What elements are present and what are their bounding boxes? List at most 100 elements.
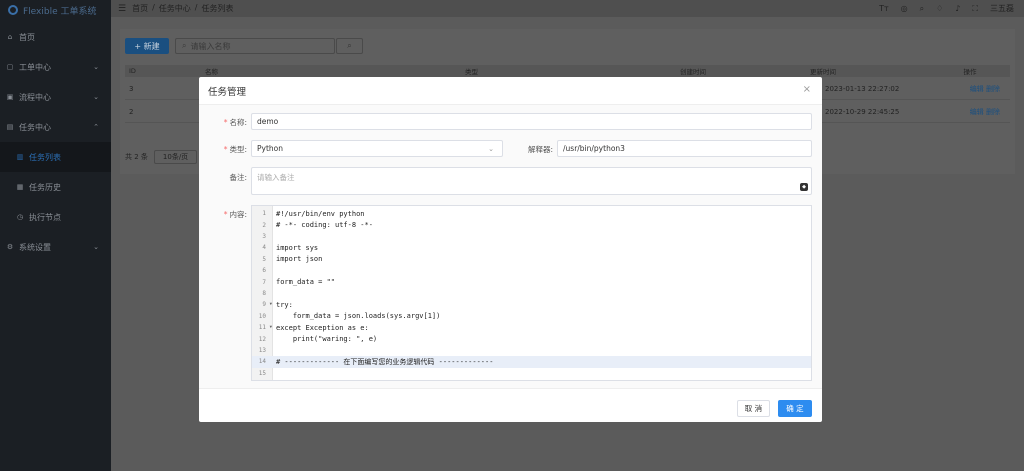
search-field-icon: ⌕: [182, 41, 187, 50]
code-text: # -*- coding: utf-8 -*-: [276, 221, 373, 230]
code-line[interactable]: 6: [252, 265, 811, 276]
code-line[interactable]: 14 # ------------- 在下面编写您的业务逻辑代码 --------…: [252, 356, 811, 368]
font-size-icon[interactable]: Tт: [879, 4, 889, 13]
remark-textarea[interactable]: 请输入备注 ◆: [251, 167, 812, 195]
ticket-icon: ▢: [6, 63, 14, 71]
home-icon: ⌂: [7, 33, 13, 41]
code-line[interactable]: 11 ▼ except Exception as e:: [252, 322, 811, 333]
column-header-id: ID: [129, 67, 136, 75]
github-icon[interactable]: ◎: [901, 4, 908, 13]
menu-toggle-icon[interactable]: ☰: [118, 4, 126, 14]
extension-badge-icon: ◆: [800, 183, 808, 191]
line-number: 14: [258, 358, 266, 366]
code-line[interactable]: 13: [252, 345, 811, 356]
sidebar-item-label: 任务列表: [29, 152, 61, 162]
type-label-text: 类型:: [229, 145, 247, 154]
bell-icon[interactable]: ♪: [955, 4, 960, 13]
code-line[interactable]: 7 form_data = "": [252, 276, 811, 287]
column-header-name: 名称: [205, 68, 218, 76]
sidebar-item-task-history[interactable]: ▦ 任务历史: [0, 172, 111, 202]
fold-arrow-icon[interactable]: ▼: [270, 301, 272, 306]
search-input[interactable]: ⌕ 请输入名称: [175, 38, 335, 54]
confirm-button[interactable]: 确 定: [778, 400, 812, 417]
edit-button[interactable]: 编辑: [970, 108, 984, 116]
list-icon: ▥: [16, 153, 24, 161]
code-line[interactable]: 15: [252, 368, 811, 379]
code-line[interactable]: 8: [252, 288, 811, 299]
delete-button[interactable]: 删除: [986, 108, 1000, 116]
line-number: 7: [262, 278, 266, 286]
breadcrumb-separator: /: [152, 3, 155, 12]
chevron-down-icon: ⌄: [93, 63, 99, 71]
code-line[interactable]: 5 import json: [252, 254, 811, 265]
pagination-total: 共 2 条: [125, 153, 148, 161]
user-menu[interactable]: 三五磊: [990, 3, 1014, 14]
sidebar-item-task-list[interactable]: ▥ 任务列表: [0, 142, 111, 172]
name-input[interactable]: demo: [251, 113, 812, 130]
fold-arrow-icon[interactable]: ▼: [270, 324, 272, 329]
line-number: 2: [262, 221, 266, 229]
type-select[interactable]: Python ⌄: [251, 140, 503, 157]
sidebar-item-task-center[interactable]: ▤ 任务中心 ⌃: [0, 112, 111, 142]
sidebar-item-label: 任务中心: [19, 122, 51, 132]
interpreter-label: 解释器:: [527, 145, 553, 154]
code-text: except Exception as e:: [276, 323, 369, 332]
name-label-text: 名称:: [229, 118, 247, 127]
cell-updated: 2022-10-29 22:45:25: [825, 107, 900, 116]
page-size-select[interactable]: 10条/页: [153, 150, 198, 164]
chevron-up-icon: ⌃: [93, 123, 99, 131]
breadcrumb-separator: /: [194, 3, 198, 12]
code-line[interactable]: 2 # -*- coding: utf-8 -*-: [252, 219, 811, 230]
line-number: 6: [262, 267, 266, 275]
sidebar-item-system-settings[interactable]: ⚙ 系统设置 ⌄: [0, 232, 111, 262]
code-text: try:: [276, 300, 293, 309]
sidebar-item-workflow-center[interactable]: ▣ 流程中心 ⌄: [0, 82, 111, 112]
cancel-button[interactable]: 取 消: [737, 400, 770, 417]
breadcrumb-home[interactable]: 首页: [132, 3, 148, 14]
type-label: * 类型:: [215, 144, 247, 155]
code-text: #!/usr/bin/env python: [276, 209, 365, 218]
required-mark: *: [223, 118, 228, 127]
column-header-type: 类型: [465, 68, 478, 76]
sidebar-item-home[interactable]: ⌂ 首页: [0, 22, 111, 52]
code-text: import sys: [276, 243, 319, 252]
code-text: print("waring: ", e): [276, 335, 378, 344]
logo-icon: [8, 5, 18, 15]
close-icon[interactable]: ×: [803, 84, 811, 95]
shirt-icon[interactable]: ♢: [936, 4, 943, 13]
line-number: 10: [258, 312, 266, 320]
code-line[interactable]: 10 form_data = json.loads(sys.argv[1]): [252, 311, 811, 322]
remark-label: 备注:: [229, 173, 247, 182]
code-line[interactable]: 9 ▼ try:: [252, 299, 811, 310]
line-number: 11 ▼: [258, 324, 272, 332]
chevron-down-icon: ⌄: [93, 243, 99, 251]
interpreter-input[interactable]: /usr/bin/python3: [557, 140, 812, 157]
search-button[interactable]: ⌕: [336, 38, 363, 54]
code-editor[interactable]: 1 #!/usr/bin/env python 2 # -*- coding: utf…: [251, 205, 812, 381]
code-line[interactable]: 3: [252, 231, 811, 242]
required-mark: *: [223, 145, 228, 154]
edit-button[interactable]: 编辑: [970, 85, 984, 93]
code-line[interactable]: 4 import sys: [252, 242, 811, 253]
sidebar-item-label: 首页: [19, 32, 35, 42]
delete-button[interactable]: 删除: [986, 85, 1000, 93]
row-actions: 编辑 删除: [970, 107, 1000, 117]
new-task-button[interactable]: + 新建: [125, 38, 169, 54]
code-line[interactable]: 12 print("waring: ", e): [252, 333, 811, 344]
search-icon[interactable]: ⌕: [920, 4, 924, 14]
sidebar-item-ticket-center[interactable]: ▢ 工单中心 ⌄: [0, 52, 111, 82]
gear-icon: ⚙: [6, 243, 14, 251]
dialog-header: 任务管理 ×: [199, 77, 822, 104]
line-number: 12: [258, 335, 266, 343]
workflow-icon: ▣: [6, 93, 14, 101]
content-label: * 内容:: [215, 209, 247, 220]
header-toolbar: Tт ◎ ⌕ ♢ ♪ ⛶ 三五磊: [879, 0, 1014, 17]
history-icon: ▦: [16, 183, 24, 191]
sidebar-item-exec-node[interactable]: ◷ 执行节点: [0, 202, 111, 232]
breadcrumb-task-center[interactable]: 任务中心: [159, 3, 191, 14]
code-line[interactable]: 1 #!/usr/bin/env python: [252, 208, 811, 219]
line-number: 3: [262, 232, 266, 240]
fullscreen-icon[interactable]: ⛶: [972, 4, 978, 14]
line-number: 5: [262, 255, 266, 263]
sidebar-item-label: 工单中心: [19, 62, 51, 72]
